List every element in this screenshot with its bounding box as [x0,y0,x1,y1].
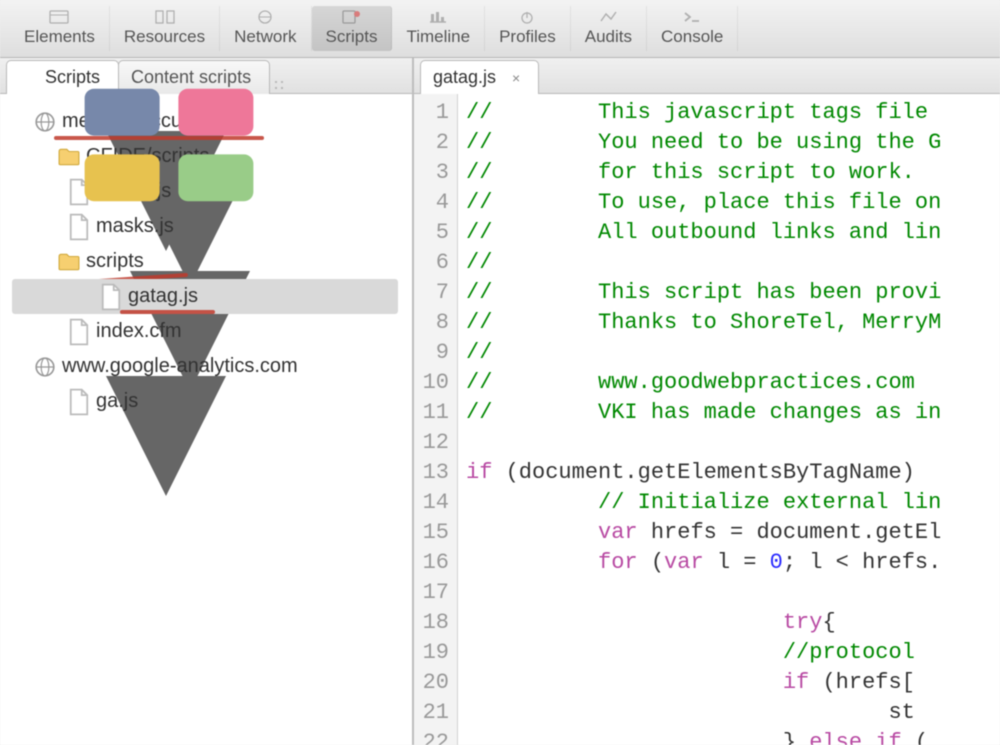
sidebar-tabbar: Scripts Content scripts [0,58,412,94]
code-line[interactable]: // This script has been provi [466,278,1000,308]
elements-icon [48,10,70,24]
code-line[interactable]: // VKI has made changes as in [466,398,1000,428]
code-line[interactable]: // To use, place this file on [466,188,1000,218]
line-number: 10 [414,368,449,398]
code-line[interactable]: // This javascript tags file [466,98,1000,128]
code-line[interactable] [466,578,1000,608]
line-number: 2 [414,128,449,158]
code-line[interactable]: // You need to be using the G [466,128,1000,158]
line-number: 22 [414,728,449,745]
tab-label: gatag.js [433,67,496,88]
close-icon[interactable]: × [512,70,520,86]
line-number: 11 [414,398,449,428]
code-line[interactable]: var hrefs = document.getEl [466,518,1000,548]
audits-icon [597,10,619,24]
code-line[interactable]: // [466,248,1000,278]
line-number: 4 [414,188,449,218]
code-line[interactable]: // for this script to work. [466,158,1000,188]
profiles-icon [516,10,538,24]
toolbar-label: Scripts [326,27,378,47]
resources-icon [154,10,176,24]
toolbar-label: Resources [124,27,205,47]
code-line[interactable]: try{ [466,608,1000,638]
disclosure-triangle-icon[interactable] [40,256,52,268]
line-number: 21 [414,698,449,728]
code-line[interactable]: // Initialize external lin [466,488,1000,518]
file-icon [100,287,122,307]
code-line[interactable]: if (hrefs[ [466,668,1000,698]
line-number: 18 [414,608,449,638]
line-number: 15 [414,518,449,548]
code-line[interactable]: // All outbound links and lin [466,218,1000,248]
tree-label: www.google-analytics.com [62,355,298,378]
line-number: 20 [414,668,449,698]
line-number: 3 [414,158,449,188]
tab-label: Scripts [45,67,100,88]
toolbar-tab-network[interactable]: Network [220,6,311,51]
toolbar-tab-resources[interactable]: Resources [110,6,220,51]
console-icon [681,10,703,24]
file-icon [68,392,90,412]
code-line[interactable]: for (var l = 0; l < hrefs. [466,548,1000,578]
tree-file[interactable]: ga.js [12,384,412,419]
scripts-icon [340,10,362,24]
line-number: 8 [414,308,449,338]
toolbar-tab-console[interactable]: Console [647,6,738,51]
line-number: 1 [414,98,449,128]
line-number: 5 [414,218,449,248]
line-number: 19 [414,638,449,668]
line-number: 17 [414,578,449,608]
line-number: 9 [414,338,449,368]
tab-scripts[interactable]: Scripts [6,60,119,94]
toolbar-label: Profiles [499,27,556,47]
toolbar-tab-audits[interactable]: Audits [571,6,647,51]
toolbar-label: Elements [24,27,95,47]
line-number: 16 [414,548,449,578]
tree-label: index.cfm [96,320,182,343]
tree-label: ga.js [96,390,138,413]
scripts-tab-icon [19,70,37,86]
network-icon [254,10,276,24]
toolbar-tab-elements[interactable]: Elements [10,6,110,51]
globe-icon [34,357,56,377]
line-number: 7 [414,278,449,308]
line-gutter: 1234567891011121314151617181920212223 [414,94,458,745]
code-line[interactable]: //protocol [466,638,1000,668]
code-line[interactable]: // [466,338,1000,368]
code-line[interactable] [466,428,1000,458]
line-number: 12 [414,428,449,458]
code-editor[interactable]: 1234567891011121314151617181920212223 //… [414,94,1000,745]
toolbar-tab-timeline[interactable]: Timeline [392,6,485,51]
editor-tabbar: gatag.js × [414,58,1000,94]
code-line[interactable]: if (document.getElementsByTagName) [466,458,1000,488]
code-line[interactable]: // Thanks to ShoreTel, MerryM [466,308,1000,338]
line-number: 14 [414,488,449,518]
toolbar-label: Network [234,27,296,47]
code-line[interactable]: st [466,698,1000,728]
code-line[interactable]: // www.goodwebpractices.com [466,368,1000,398]
toolbar-label: Audits [585,27,632,47]
line-number: 13 [414,458,449,488]
toolbar-tab-scripts[interactable]: Scripts [312,6,393,51]
timeline-icon [427,10,449,24]
devtools-toolbar: Elements Resources Network Scripts Timel… [0,0,1000,58]
toolbar-tab-profiles[interactable]: Profiles [485,6,571,51]
line-number: 6 [414,248,449,278]
code-area[interactable]: // This javascript tags file// You need … [458,94,1000,745]
main-pane: gatag.js × 12345678910111213141516171819… [414,58,1000,745]
editor-tab[interactable]: gatag.js × [420,60,539,94]
toolbar-label: Timeline [406,27,470,47]
code-line[interactable]: } else if ( [466,728,1000,745]
disclosure-triangle-icon[interactable] [16,361,28,373]
toolbar-label: Console [661,27,723,47]
sidebar: Scripts Content scripts members.ccul.org… [0,58,414,745]
tree-label: gatag.js [128,285,198,308]
